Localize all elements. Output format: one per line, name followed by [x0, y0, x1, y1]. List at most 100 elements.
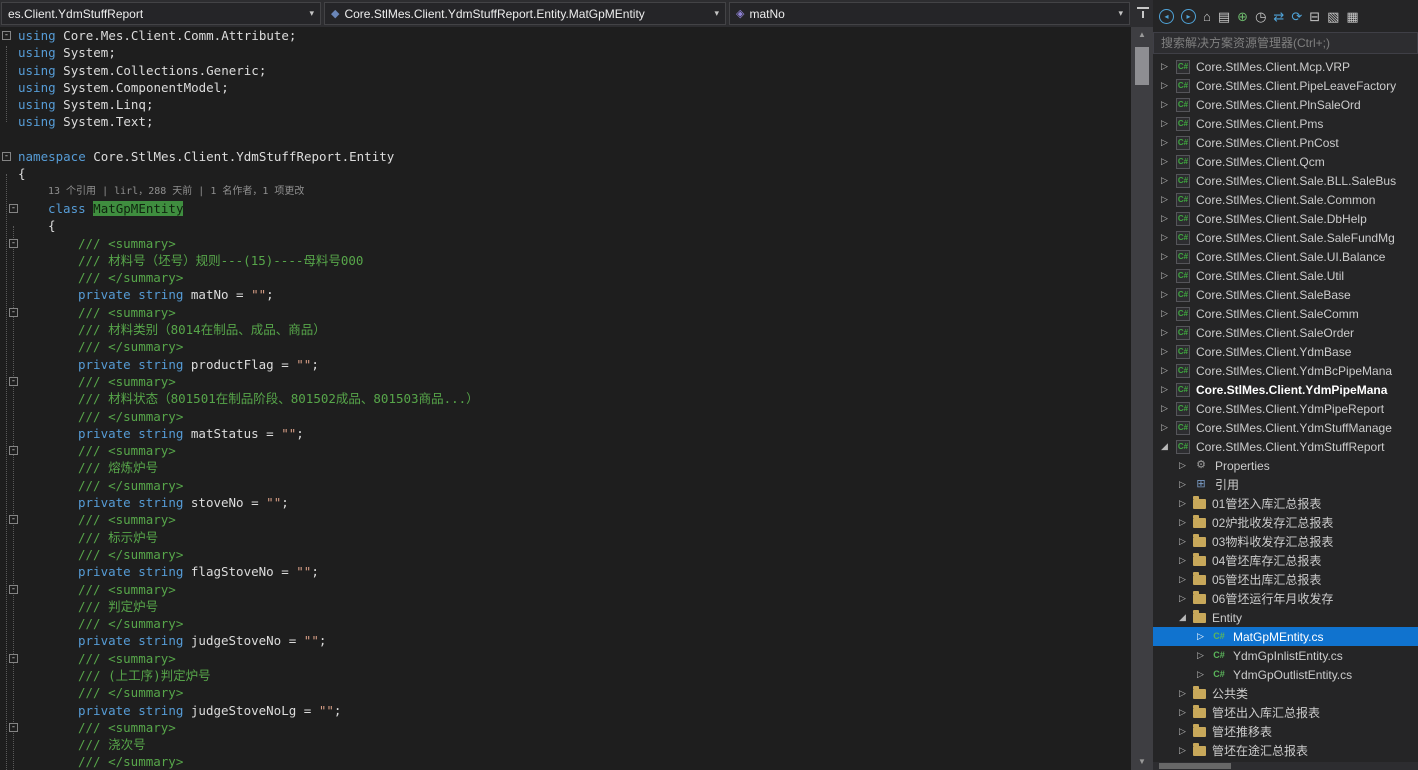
codelens-line[interactable]: 13 个引用 | lirl，288 天前 | 1 名作者，1 项更改	[0, 183, 1131, 200]
tree-item[interactable]: ▷⚙Properties	[1153, 456, 1418, 475]
tree-item[interactable]: ▷05管坯出库汇总报表	[1153, 570, 1418, 589]
code-line[interactable]: /// 判定炉号	[0, 598, 1131, 615]
code-line[interactable]: /// </summary>	[0, 408, 1131, 425]
code-line[interactable]: -class MatGpMEntity	[0, 200, 1131, 217]
code-line[interactable]: private string flagStoveNo = "";	[0, 563, 1131, 580]
tree-item[interactable]: ▷C#Core.StlMes.Client.Sale.Common	[1153, 190, 1418, 209]
member-dropdown[interactable]: ◈ matNo ▾	[729, 2, 1130, 25]
code-line[interactable]: -/// <summary>	[0, 511, 1131, 528]
back-icon[interactable]: ◂	[1159, 9, 1174, 24]
chevron-down-icon[interactable]: ▾	[303, 8, 314, 19]
fold-collapse-icon[interactable]: -	[2, 31, 11, 40]
chevron-collapsed-icon[interactable]: ▷	[1179, 498, 1193, 509]
scrollbar-thumb[interactable]	[1135, 47, 1149, 85]
forward-icon[interactable]: ▸	[1181, 9, 1196, 24]
tree-item[interactable]: ▷C#Core.StlMes.Client.SaleComm	[1153, 304, 1418, 323]
code-line[interactable]: private string matNo = "";	[0, 286, 1131, 303]
tree-item[interactable]: ▷C#Core.StlMes.Client.Sale.Util	[1153, 266, 1418, 285]
fold-collapse-icon[interactable]: -	[9, 239, 18, 248]
show-all-files-icon[interactable]: ▧	[1327, 9, 1339, 24]
tree-item[interactable]: ▷C#Core.StlMes.Client.SaleBase	[1153, 285, 1418, 304]
home-icon[interactable]: ⌂	[1203, 9, 1211, 24]
tree-item[interactable]: ◢Entity	[1153, 608, 1418, 627]
code-line[interactable]: /// </summary>	[0, 269, 1131, 286]
tree-item[interactable]: ▷C#YdmGpInlistEntity.cs	[1153, 646, 1418, 665]
code-line[interactable]: /// 熔炼炉号	[0, 459, 1131, 476]
code-line[interactable]: -/// <summary>	[0, 581, 1131, 598]
code-line[interactable]: using System.Text;	[0, 113, 1131, 130]
code-line[interactable]: /// </summary>	[0, 753, 1131, 770]
scrollbar-down-arrow-icon[interactable]: ▼	[1131, 754, 1153, 770]
fold-collapse-icon[interactable]: -	[9, 204, 18, 213]
chevron-collapsed-icon[interactable]: ▷	[1161, 422, 1175, 433]
tree-item[interactable]: ▷C#Core.StlMes.Client.SaleOrder	[1153, 323, 1418, 342]
chevron-collapsed-icon[interactable]: ▷	[1197, 650, 1211, 661]
tree-item[interactable]: ▷01管坯入库汇总报表	[1153, 494, 1418, 513]
code-line[interactable]: -/// <summary>	[0, 442, 1131, 459]
code-line[interactable]: -/// <summary>	[0, 650, 1131, 667]
tree-item[interactable]: ▷C#Core.StlMes.Client.Sale.SaleFundMg	[1153, 228, 1418, 247]
switch-views-icon[interactable]: ▤	[1218, 9, 1230, 24]
code-line[interactable]: private string judgeStoveNoLg = "";	[0, 702, 1131, 719]
chevron-expanded-icon[interactable]: ◢	[1161, 441, 1175, 452]
tree-horizontal-scrollbar[interactable]	[1153, 762, 1418, 770]
chevron-collapsed-icon[interactable]: ▷	[1161, 384, 1175, 395]
history-icon[interactable]: ◷	[1255, 9, 1266, 24]
fold-collapse-icon[interactable]: -	[9, 446, 18, 455]
tree-item[interactable]: ▷C#Core.StlMes.Client.PlnSaleOrd	[1153, 95, 1418, 114]
chevron-collapsed-icon[interactable]: ▷	[1179, 726, 1193, 737]
code-editor[interactable]: -using Core.Mes.Client.Comm.Attribute; us…	[0, 27, 1131, 770]
tree-item[interactable]: ▷C#Core.StlMes.Client.YdmPipeReport	[1153, 399, 1418, 418]
chevron-collapsed-icon[interactable]: ▷	[1161, 137, 1175, 148]
code-line[interactable]: /// (上工序)判定炉号	[0, 667, 1131, 684]
fold-collapse-icon[interactable]: -	[2, 152, 11, 161]
chevron-collapsed-icon[interactable]: ▷	[1179, 536, 1193, 547]
fold-collapse-icon[interactable]: -	[9, 654, 18, 663]
tree-item[interactable]: ▷06管坯运行年月收发存	[1153, 589, 1418, 608]
code-line[interactable]: -using Core.Mes.Client.Comm.Attribute;	[0, 27, 1131, 44]
tree-item[interactable]: ▷C#Core.StlMes.Client.PnCost	[1153, 133, 1418, 152]
chevron-collapsed-icon[interactable]: ▷	[1179, 707, 1193, 718]
code-line[interactable]: -/// <summary>	[0, 373, 1131, 390]
chevron-collapsed-icon[interactable]: ▷	[1161, 175, 1175, 186]
editor-vertical-scrollbar[interactable]: ▲ ▼	[1131, 27, 1153, 770]
code-line[interactable]: private string matStatus = "";	[0, 425, 1131, 442]
code-line[interactable]: -/// <summary>	[0, 235, 1131, 252]
code-line[interactable]: /// </summary>	[0, 546, 1131, 563]
type-dropdown[interactable]: ◆ Core.StlMes.Client.YdmStuffReport.Enti…	[324, 2, 726, 25]
chevron-collapsed-icon[interactable]: ▷	[1161, 403, 1175, 414]
tree-item[interactable]: ▷C#Core.StlMes.Client.Qcm	[1153, 152, 1418, 171]
code-line[interactable]: -/// <summary>	[0, 304, 1131, 321]
chevron-collapsed-icon[interactable]: ▷	[1161, 61, 1175, 72]
properties-icon[interactable]: ▦	[1346, 9, 1358, 24]
code-line[interactable]: /// </summary>	[0, 615, 1131, 632]
chevron-collapsed-icon[interactable]: ▷	[1161, 251, 1175, 262]
tree-item[interactable]: ▷C#Core.StlMes.Client.Pms	[1153, 114, 1418, 133]
fold-collapse-icon[interactable]: -	[9, 308, 18, 317]
code-line[interactable]: /// 材料号（坯号）规则---(15)----母料号000	[0, 252, 1131, 269]
tree-item[interactable]: ▷管坯推移表	[1153, 722, 1418, 741]
tree-item[interactable]: ▷C#Core.StlMes.Client.YdmBcPipeMana	[1153, 361, 1418, 380]
chevron-collapsed-icon[interactable]: ▷	[1161, 213, 1175, 224]
fold-collapse-icon[interactable]: -	[9, 377, 18, 386]
fold-collapse-icon[interactable]: -	[9, 585, 18, 594]
chevron-collapsed-icon[interactable]: ▷	[1179, 460, 1193, 471]
chevron-collapsed-icon[interactable]: ▷	[1161, 289, 1175, 300]
tree-item[interactable]: ▷管坯出入库汇总报表	[1153, 703, 1418, 722]
chevron-collapsed-icon[interactable]: ▷	[1179, 574, 1193, 585]
tree-item[interactable]: ▷C#Core.StlMes.Client.YdmBase	[1153, 342, 1418, 361]
code-line[interactable]: /// </summary>	[0, 684, 1131, 701]
code-line[interactable]: /// 材料状态（801501在制品阶段、801502成品、801503商品..…	[0, 390, 1131, 407]
code-line[interactable]	[0, 131, 1131, 148]
chevron-collapsed-icon[interactable]: ▷	[1161, 270, 1175, 281]
chevron-collapsed-icon[interactable]: ▷	[1197, 631, 1211, 642]
tree-item[interactable]: ▷02炉批收发存汇总报表	[1153, 513, 1418, 532]
search-input[interactable]	[1153, 32, 1418, 54]
chevron-down-icon[interactable]: ▾	[1112, 8, 1123, 19]
chevron-collapsed-icon[interactable]: ▷	[1161, 308, 1175, 319]
chevron-collapsed-icon[interactable]: ▷	[1161, 80, 1175, 91]
chevron-expanded-icon[interactable]: ◢	[1179, 612, 1193, 623]
tree-item[interactable]: ▷C#MatGpMEntity.cs	[1153, 627, 1418, 646]
code-line[interactable]: using System.Collections.Generic;	[0, 62, 1131, 79]
code-line[interactable]: /// 材料类别（8014在制品、成品、商品）	[0, 321, 1131, 338]
